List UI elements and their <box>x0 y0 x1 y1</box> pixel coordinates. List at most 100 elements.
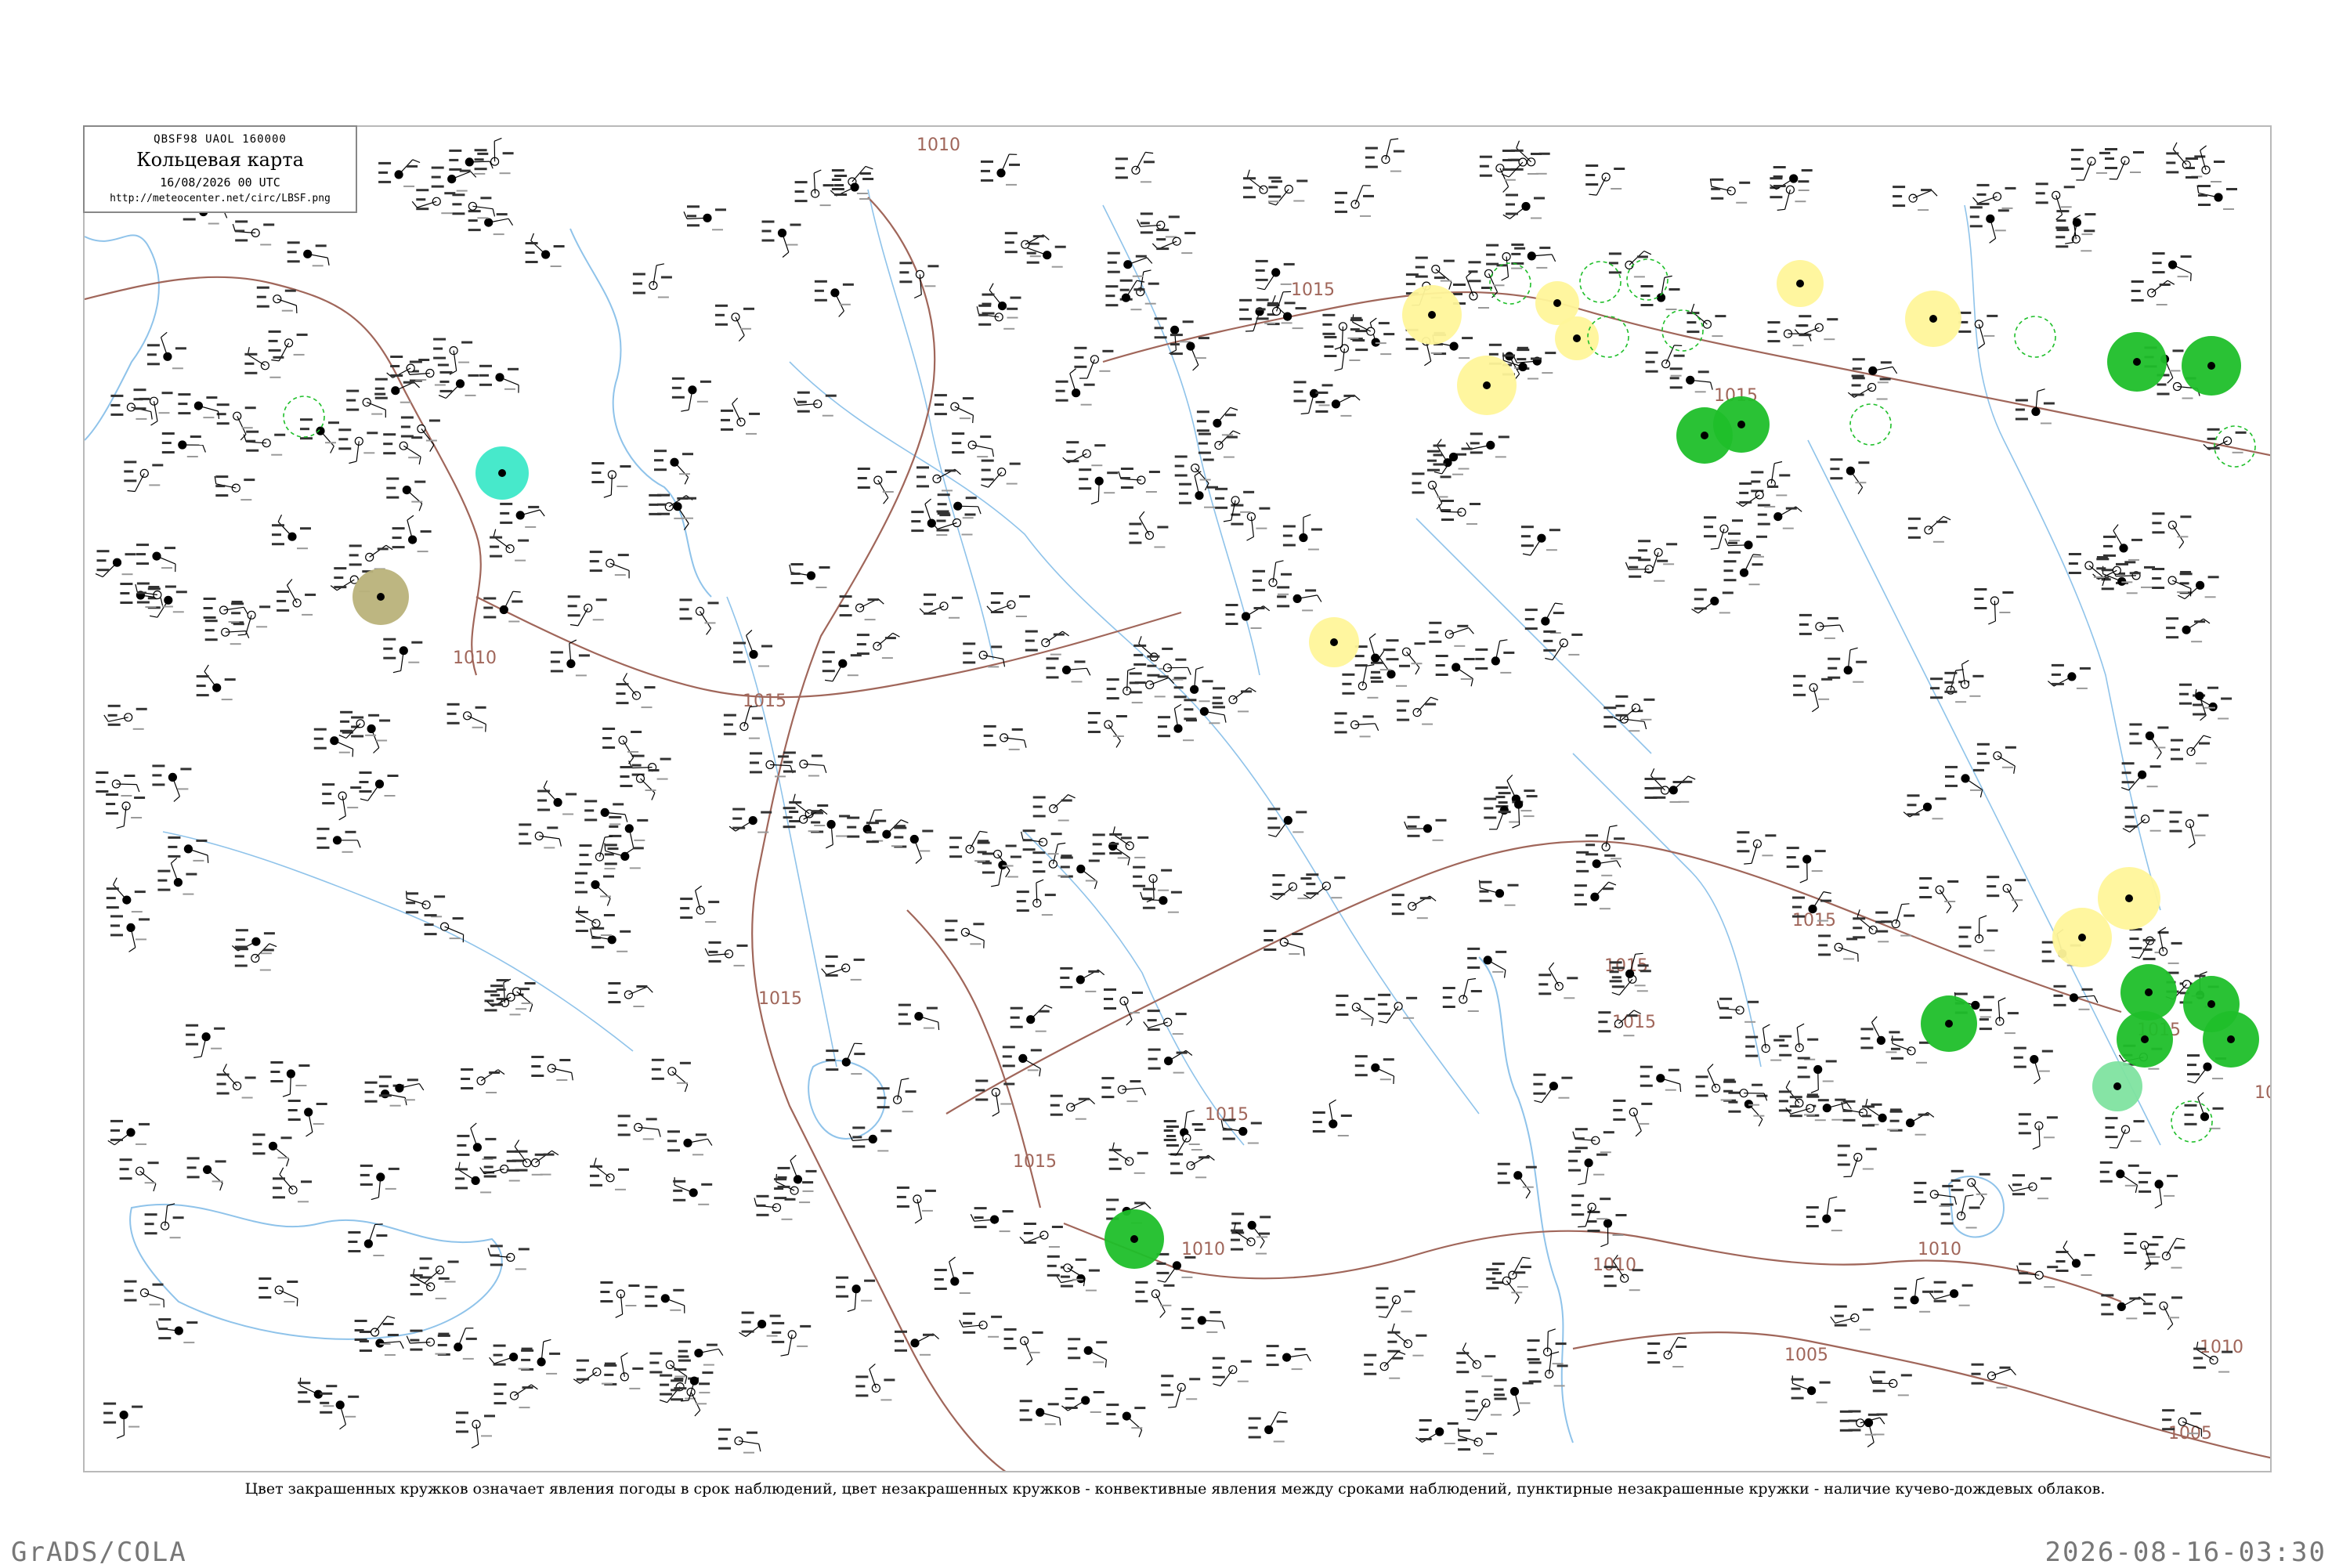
readout-mark <box>1315 392 1328 394</box>
station-plot <box>657 494 696 530</box>
readout-mark <box>314 728 327 731</box>
station-id-mark <box>1072 1279 1083 1281</box>
readout-mark <box>1272 893 1285 895</box>
readout-mark <box>300 428 309 430</box>
station-plot <box>1724 555 1763 585</box>
readout-mark <box>444 192 455 194</box>
readout-mark <box>1576 861 1585 863</box>
wind-barb-feather <box>2094 995 2098 1003</box>
station-id-mark <box>1466 523 1477 525</box>
station-plot <box>106 793 145 828</box>
readout-mark <box>1972 1364 1984 1366</box>
readout-mark <box>434 895 445 898</box>
readout-mark <box>2180 571 2191 573</box>
station-plot <box>258 1277 298 1306</box>
readout-mark <box>1264 939 1273 941</box>
station-plot <box>1770 177 1809 210</box>
source-url[interactable]: http://meteocenter.net/circ/LBSF.png <box>85 193 356 204</box>
station-plot <box>272 515 311 549</box>
readout-mark <box>1156 1263 1166 1265</box>
wind-barb-feather <box>339 735 346 739</box>
readout-mark <box>2036 182 2048 185</box>
wind-barb-feather <box>1027 1360 1032 1365</box>
readout-mark <box>1434 464 1446 466</box>
readout-mark <box>673 1199 685 1201</box>
wind-barb-feather <box>1187 1111 1195 1112</box>
wind-barb <box>628 987 647 995</box>
readout-mark <box>490 555 502 558</box>
readout-mark <box>678 1360 691 1362</box>
readout-mark <box>1457 625 1468 627</box>
readout-mark <box>231 612 240 614</box>
readout-mark <box>778 755 789 757</box>
readout-mark <box>1047 657 1059 659</box>
readout-mark <box>1335 712 1347 714</box>
readout-mark <box>822 670 835 672</box>
readout-mark <box>522 1386 533 1389</box>
readout-mark <box>407 165 418 168</box>
readout-mark <box>1972 1373 1981 1375</box>
readout-mark <box>1254 607 1265 609</box>
readout-mark <box>1054 634 1065 636</box>
wind-barb-feather <box>1513 1411 1520 1416</box>
readout-mark <box>1875 912 1888 914</box>
readout-mark <box>949 855 962 858</box>
readout-mark <box>1088 731 1101 733</box>
readout-mark <box>1604 1275 1614 1277</box>
readout-mark <box>978 851 987 854</box>
readout-mark <box>1294 381 1307 383</box>
readout-mark <box>1023 848 1036 851</box>
readout-mark <box>134 407 146 410</box>
readout-mark <box>1815 850 1826 852</box>
wind-barb-feather <box>2065 243 2073 244</box>
wind-barb <box>1176 1138 1187 1155</box>
station-id-mark <box>1542 372 1553 374</box>
readout-mark <box>217 1083 226 1086</box>
wind-barb-feather <box>296 305 297 313</box>
readout-mark <box>1694 598 1704 600</box>
station-plot <box>1779 1024 1818 1060</box>
readout-mark <box>660 1393 672 1396</box>
readout-mark <box>1105 294 1115 297</box>
wind-barb-feather <box>1610 826 1618 827</box>
wind-barb <box>2149 736 2161 753</box>
isobar-1015-south <box>946 841 2121 1114</box>
station-plot <box>1751 462 1790 497</box>
readout-mark <box>2171 749 2180 751</box>
station-plot <box>866 820 909 847</box>
readout-mark <box>978 323 991 326</box>
readout-mark <box>1336 1004 1345 1006</box>
readout-mark <box>649 769 660 771</box>
station-id-mark <box>2177 591 2188 593</box>
wind-barb-feather <box>1930 1293 1935 1299</box>
readout-mark <box>235 220 248 222</box>
wind-barb-feather <box>1070 369 1076 374</box>
readout-mark <box>1075 660 1086 663</box>
readout-mark <box>2214 161 2225 163</box>
readout-mark <box>1089 860 1100 862</box>
readout-mark <box>1056 390 1065 392</box>
station-plot <box>110 395 152 420</box>
station-plot <box>790 563 830 588</box>
readout-mark <box>1108 262 1117 264</box>
readout-mark <box>2054 995 2063 997</box>
wind-barb-feather <box>1711 382 1713 390</box>
station-id-mark <box>1500 672 1511 674</box>
station-id-mark <box>625 1305 636 1306</box>
station-id-mark <box>1831 1230 1842 1231</box>
readout-mark <box>2014 1047 2026 1050</box>
readout-mark <box>1603 1131 1614 1133</box>
station-id-mark <box>705 921 716 923</box>
readout-mark <box>205 638 218 641</box>
readout-mark <box>414 481 425 483</box>
cumulonimbus-ring <box>2015 316 2055 357</box>
readout-mark <box>106 803 115 805</box>
readout-mark <box>1378 1013 1390 1015</box>
readout-mark <box>1480 165 1489 168</box>
station-plot <box>935 394 974 423</box>
readout-mark <box>590 560 599 562</box>
readout-mark <box>783 761 793 764</box>
readout-mark <box>1096 1341 1107 1343</box>
readout-mark <box>1137 836 1148 839</box>
station-id-mark <box>2204 707 2215 709</box>
